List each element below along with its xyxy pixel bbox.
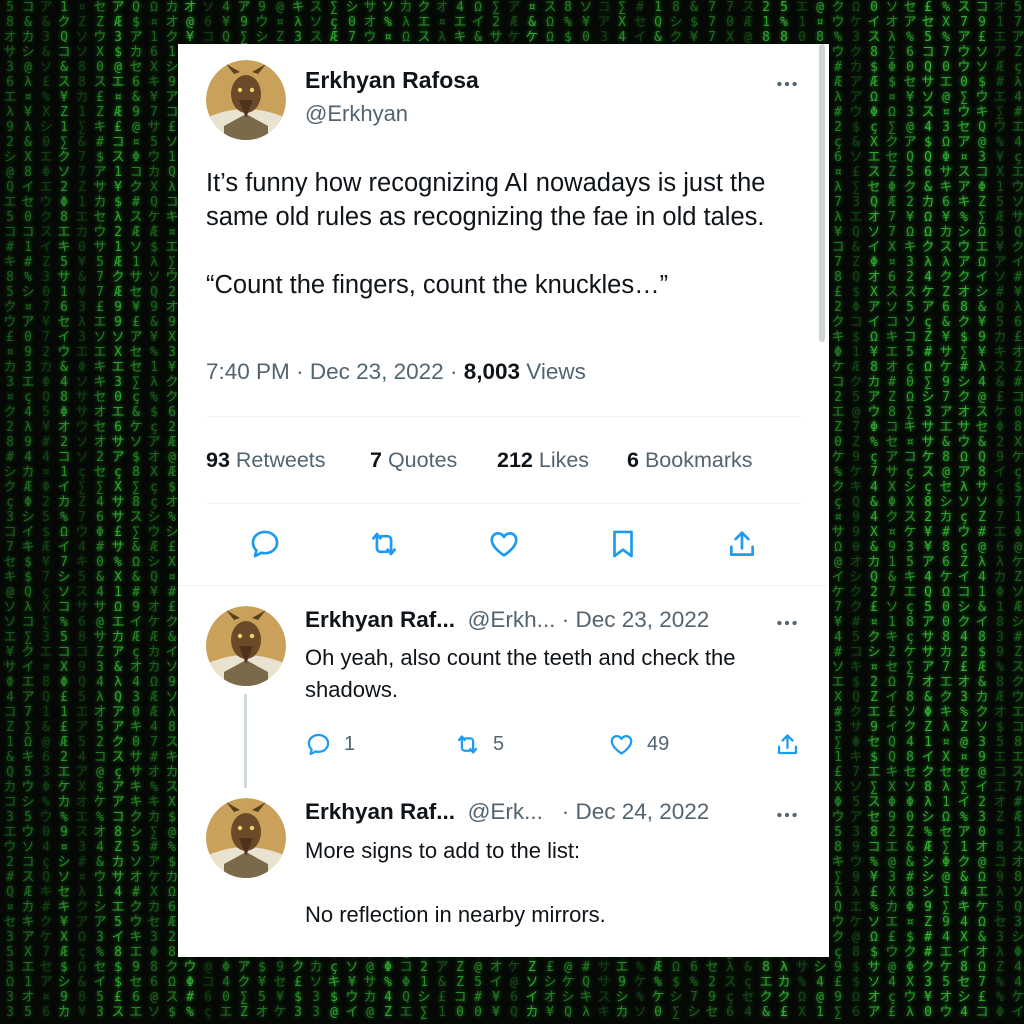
reply-retweet-button[interactable]: 5 <box>454 731 504 758</box>
matrix-code-column: 0 イ ス 8 $ Æ Ω Φ ç X エ ス セ Q オ ソ イ Φ オ X … <box>867 0 881 1020</box>
meta-separator: · <box>449 359 458 384</box>
bookmark-icon <box>613 530 633 558</box>
likes-stat[interactable]: 212 Likes <box>497 448 589 473</box>
divider <box>206 503 801 504</box>
reply-icon <box>307 733 330 756</box>
reply-date[interactable]: Dec 23, 2022 <box>575 607 709 632</box>
matrix-code-column: ク ウ % ウ # Æ λ # 2 ç 6 ¤ λ 7 λ ¥ コ 7 8 £ … <box>831 0 845 1020</box>
scrollbar-thumb[interactable] <box>819 44 825 342</box>
thread-connector-line <box>244 694 247 788</box>
reply-author-name[interactable]: Erkhyan Raf... <box>305 607 455 632</box>
divider <box>206 416 801 417</box>
tweet-text: It’s funny how recognizing AI nowadays i… <box>206 169 766 299</box>
reply-header: Erkhyan Raf... @Erkh... · Dec 23, 2022 <box>305 607 709 633</box>
retweets-label: Retweets <box>235 448 326 472</box>
matrix-code-column: £ セ 5 コ Q サ ソ ス 4 $ Q 6 & カ Ω Ω ク λ 4 ケ … <box>921 0 935 1020</box>
matrix-code-column: ア & 3 & ソ £ % X シ 0 エ Φ エ ウ ク ス イ Z 3 0 … <box>39 0 53 1020</box>
author-avatar[interactable] <box>206 60 286 140</box>
author-handle[interactable]: @Erkhyan <box>305 101 408 127</box>
matrix-code-column: コ & カ シ @ λ ¤ ¥ λ & X 8 イ セ 0 コ 1 # % シ … <box>21 0 35 1020</box>
matrix-code-column: ス 7 ア ウ ウ 0 ∑ ウ セ ア ¤ ス ア キ % シ ウ ア ク オ … <box>957 0 971 1020</box>
tweet-thread-card: Erkhyan Rafosa @Erkhyan It’s funny how r… <box>178 44 829 957</box>
retweet-icon <box>457 735 478 754</box>
more-options-icon[interactable] <box>774 71 800 97</box>
views-label: Views <box>526 359 586 384</box>
reply-like-button[interactable]: 49 <box>608 731 669 758</box>
reply-header: Erkhyan Raf... @Erk... · Dec 24, 2022 <box>305 799 709 825</box>
share-button[interactable] <box>725 527 759 561</box>
avatar-image <box>206 606 286 686</box>
reply-author-name[interactable]: Erkhyan Raf... <box>305 799 455 824</box>
reply-icon <box>251 530 279 558</box>
matrix-code-column: ソ オ λ ∑ Φ $ ¤ Ω ∑ ク セ Z Φ Æ 7 7 X ¤ 6 ス … <box>885 0 899 1020</box>
meta-separator: · <box>296 359 304 384</box>
likes-label: Likes <box>538 448 590 472</box>
tweet-meta: 7:40 PM · Dec 23, 2022 · 8,003 Views <box>206 359 586 385</box>
matrix-code-column: Q $ ア カ セ 6 & 9 @ ¤ Φ コ ク # ス Æ ソ 1 サ セ … <box>129 0 143 1020</box>
matrix-code-column: ¤ Z ソ ソ 8 8 カ 1 ∑ & 7 7 Z 1 エ カ 0 ¥ & ¥ … <box>75 0 89 1020</box>
share-icon <box>730 531 754 556</box>
reply-author-handle[interactable]: @Erkh... <box>468 607 556 632</box>
bookmark-button[interactable] <box>606 527 640 561</box>
reply-reply-button[interactable]: 1 <box>305 731 355 758</box>
reply-text: More signs to add to the list: No reflec… <box>305 838 606 927</box>
matrix-code-column: セ ア % 6 0 セ ¥ 3 @ ア Q 5 ク 2 ¥ Ω キ 3 2 ス … <box>903 0 917 1020</box>
matrix-code-column: % X % 7 0 エ @ ¤ 3 Ω Φ サ キ 6 ¥ カ ス λ ク Z … <box>939 0 953 1020</box>
reply-avatar[interactable] <box>206 798 286 878</box>
reply-date[interactable]: Dec 24, 2022 <box>575 799 709 824</box>
more-options-icon[interactable] <box>774 610 800 636</box>
retweet-icon <box>372 532 396 556</box>
matrix-code-column: 1 ク Q コ & ス ¥ Z 1 ∑ ク ソ 2 Φ 8 エ キ 5 サ 1 … <box>57 0 71 1020</box>
reply-share-button[interactable] <box>774 731 813 758</box>
like-icon <box>610 734 633 755</box>
matrix-code-column: 5 8 オ サ 3 6 エ λ 9 2 シ @ Q エ 5 コ # キ 8 5 … <box>3 0 17 1020</box>
reply-avatar[interactable] <box>206 606 286 686</box>
reply-count: 1 <box>344 733 356 755</box>
bookmarks-stat[interactable]: 6 Bookmarks <box>627 448 753 473</box>
meta-separator: · <box>561 607 570 632</box>
meta-separator: · <box>561 799 570 824</box>
share-icon <box>777 734 798 755</box>
tweet-date[interactable]: Dec 23, 2022 <box>310 359 444 384</box>
retweet-count: 5 <box>493 733 505 755</box>
like-icon <box>490 532 518 557</box>
like-count: 49 <box>647 733 670 755</box>
reply-button[interactable] <box>248 527 282 561</box>
retweets-stat[interactable]: 93 Retweets <box>206 448 326 473</box>
bookmarks-label: Bookmarks <box>644 448 753 472</box>
tweet-time[interactable]: 7:40 PM <box>206 359 290 384</box>
quotes-stat[interactable]: 7 Quotes <box>370 448 457 473</box>
retweet-button[interactable] <box>367 527 401 561</box>
matrix-code-column: Ω ¤ 1 6 X キ ¥ 7 サ 5 ウ カ X Q ケ Æ $ λ ソ Q … <box>147 0 161 1020</box>
matrix-code-column: ア Æ 3 $ @ エ ¤ Æ £ コ ス 1 ¥ $ λ 2 1 Æ ク Æ … <box>111 0 125 1020</box>
reply-text: Oh yeah, also count the teeth and check … <box>305 645 736 702</box>
matrix-code-column: オ 1 エ ア Æ # エ ∑ ウ % ¥ X 1 5 Æ 3 ¥ ア ソ # … <box>993 0 1007 1020</box>
divider <box>178 585 829 586</box>
reply-author-handle[interactable]: @Erk... <box>468 799 543 824</box>
avatar-image <box>206 60 286 140</box>
more-options-icon[interactable] <box>774 802 800 828</box>
quotes-label: Quotes <box>387 448 458 472</box>
bookmarks-count: 6 <box>627 448 639 472</box>
like-button[interactable] <box>487 527 521 561</box>
matrix-code-column: セ Z ウ X 0 ス £ Z キ # $ ア サ カ セ ウ サ 5 7 7 … <box>93 0 107 1020</box>
quotes-count: 7 <box>370 448 382 472</box>
matrix-code-column: Ω ケ 3 ク カ ア ア ウ $ & ソ £ ∑ 3 エ Q & Z Q $ … <box>849 0 863 1020</box>
retweets-count: 93 <box>206 448 230 472</box>
likes-count: 212 <box>497 448 533 472</box>
views-count: 8,003 <box>463 359 521 384</box>
matrix-code-column: コ 9 £ ソ ソ $ ウ キ Q @ 3 コ Φ Z ∑ Ω エ Ω イ シ … <box>975 0 989 1020</box>
matrix-code-column: 5 7 ア Z ç λ 4 # エ 4 ç エ ウ ソ サ Q ク イ # ¥ … <box>1011 0 1024 1020</box>
author-name[interactable]: Erkhyan Rafosa <box>305 67 479 94</box>
avatar-image <box>206 798 286 878</box>
